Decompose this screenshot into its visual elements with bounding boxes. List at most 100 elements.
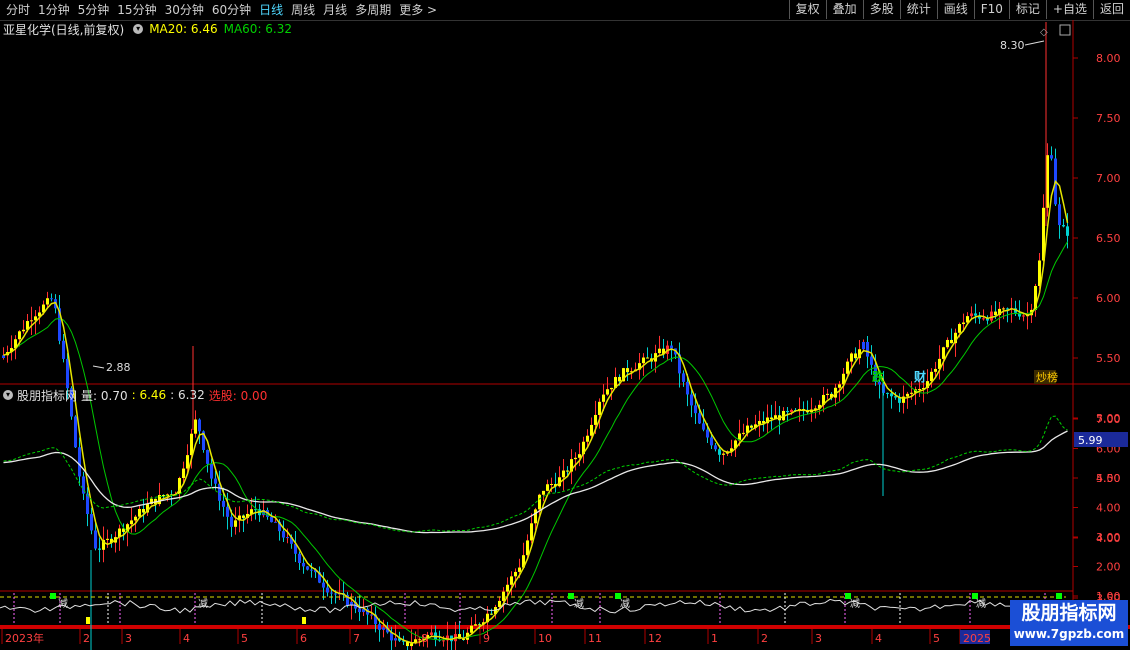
candle-body <box>198 419 201 432</box>
candle-body <box>502 591 505 601</box>
candle-body <box>30 320 33 322</box>
watermark: 股朋指标网 www.7gpzb.com <box>1010 600 1128 646</box>
watermark-line2: www.7gpzb.com <box>1013 627 1125 641</box>
time-label: 5 <box>241 632 248 645</box>
candle-body <box>94 530 97 549</box>
signal-block <box>50 593 56 599</box>
candle-body <box>786 410 789 413</box>
sub-mark: 减 <box>976 598 986 610</box>
candle-body <box>138 508 141 517</box>
candle-body <box>2 355 5 358</box>
candle-body <box>298 553 301 563</box>
candle-body <box>330 592 333 594</box>
ma60-label: MA60: 6.32 <box>223 22 293 36</box>
candle-body <box>890 393 893 397</box>
candle-body <box>862 341 865 350</box>
candle-body <box>498 600 501 608</box>
candle-body <box>186 455 189 469</box>
candle-body <box>322 582 325 588</box>
indicator-settings-icon[interactable]: ▾ <box>3 390 13 400</box>
candle-body <box>230 516 233 527</box>
candle-body <box>538 494 541 510</box>
candle-body <box>270 516 273 523</box>
panel-toggle-icon[interactable] <box>1059 24 1071 36</box>
candle-body <box>682 373 685 382</box>
time-label: 6 <box>300 632 307 645</box>
time-label: 4 <box>875 632 882 645</box>
candle-body <box>790 409 793 413</box>
candle-body <box>210 463 213 479</box>
candle-body <box>994 311 997 316</box>
candle-body <box>242 515 245 518</box>
candle-body <box>98 548 101 550</box>
indicator-tick-label: 3.00 <box>1096 531 1121 544</box>
candles <box>2 22 1069 650</box>
candle-body <box>470 625 473 633</box>
candle-body <box>562 470 565 478</box>
candle-body <box>1050 155 1053 159</box>
candle-body <box>1058 204 1061 226</box>
time-label: 2025 <box>963 632 991 645</box>
time-label: 1 <box>711 632 718 645</box>
time-label: 2 <box>83 632 90 645</box>
candle-body <box>750 425 753 428</box>
stock-chart[interactable]: 8.007.507.006.506.005.505.004.504.003.50… <box>0 0 1130 650</box>
candle-body <box>910 392 913 394</box>
vol-label: 量: 0.70 <box>81 388 128 403</box>
candle-body <box>934 368 937 372</box>
candle-body <box>970 313 973 317</box>
candle-body <box>194 419 197 434</box>
indicator-value-2: : 6.32 <box>170 388 205 402</box>
candle-body <box>506 584 509 592</box>
time-label: 10 <box>538 632 552 645</box>
candle-body <box>742 432 745 434</box>
time-label: 11 <box>588 632 602 645</box>
signal-block <box>1056 593 1062 599</box>
event-label-cai[interactable]: 财 <box>913 369 926 384</box>
candle-body <box>286 537 289 539</box>
candle-body <box>918 389 921 391</box>
candle-body <box>606 389 609 395</box>
sub-mark: 减 <box>850 598 860 610</box>
time-axis: 2023年 2 3 4 5 6 7 8 9 10 11 12 1 2 3 4 5 2025 <box>1 629 991 645</box>
candle-body <box>62 340 65 359</box>
candle-body <box>710 437 713 446</box>
candle-body <box>958 324 961 333</box>
candle-body <box>190 433 193 456</box>
candle-body <box>870 356 873 365</box>
event-label-die[interactable]: 跌 <box>872 369 885 384</box>
candle-body <box>1022 315 1025 317</box>
price-tick-label: 7.00 <box>1096 172 1121 185</box>
ma20-label: MA20: 6.46 <box>149 22 218 36</box>
sub-mark: 减 <box>574 598 584 610</box>
candle-body <box>306 566 309 570</box>
price-tick-label: 5.50 <box>1096 352 1121 365</box>
candle-body <box>430 632 433 635</box>
candle-body <box>134 516 137 521</box>
candle-body <box>478 624 481 626</box>
candle-body <box>846 361 849 374</box>
indicator-title: 股朋指标网 <box>17 388 78 403</box>
time-label: 4 <box>183 632 190 645</box>
candle-body <box>946 339 949 348</box>
settings-icon[interactable]: ▾ <box>133 24 144 34</box>
candle-body <box>130 520 133 525</box>
price-tick-label: 6.50 <box>1096 232 1121 245</box>
sub-indicator: 减减减减减减 <box>0 593 1066 624</box>
candle-body <box>442 640 445 642</box>
candle-body <box>530 523 533 541</box>
candle-body <box>962 322 965 325</box>
time-label: 8 <box>421 632 428 645</box>
sub-indicator-line <box>0 598 1066 614</box>
candle-body <box>598 401 601 415</box>
candle-body <box>66 358 69 389</box>
candle-body <box>490 613 493 615</box>
event-label-bang[interactable]: 炒榜 <box>1036 370 1058 384</box>
candle-body <box>942 347 945 359</box>
candle-body <box>1066 226 1069 236</box>
candle-body <box>518 567 521 572</box>
candle-body <box>214 478 217 484</box>
candle-body <box>838 384 841 388</box>
candle-body <box>182 468 185 479</box>
candle-body <box>906 393 909 397</box>
